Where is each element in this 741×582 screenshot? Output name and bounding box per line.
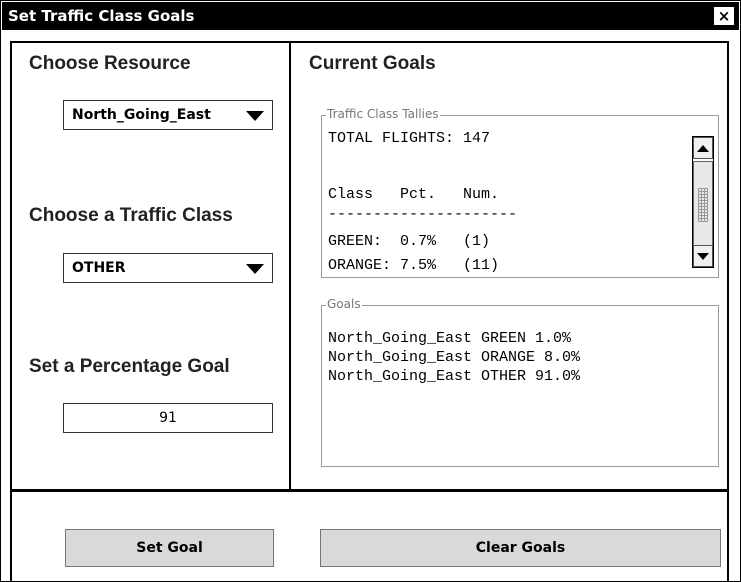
tallies-line: --------------------- bbox=[328, 206, 518, 223]
window-title: Set Traffic Class Goals bbox=[8, 7, 195, 25]
frame-top bbox=[10, 41, 728, 43]
scroll-grip-icon bbox=[698, 188, 708, 222]
set-goal-button[interactable]: Set Goal bbox=[65, 529, 274, 567]
scroll-thumb[interactable] bbox=[693, 161, 713, 249]
tallies-line: ORANGE: 7.5% (11) bbox=[328, 257, 500, 274]
percentage-goal-title: Set a Percentage Goal bbox=[29, 356, 230, 377]
tallies-line: TOTAL FLIGHTS: 147 bbox=[328, 130, 491, 147]
frame-right bbox=[727, 41, 729, 581]
goals-line: North_Going_East OTHER 91.0% bbox=[328, 368, 581, 385]
close-button[interactable]: × bbox=[713, 6, 735, 26]
frame-divider-horizontal bbox=[10, 489, 728, 492]
scroll-down-icon[interactable] bbox=[693, 245, 713, 267]
traffic-class-dropdown-value: OTHER bbox=[72, 260, 126, 276]
goals-groupbox: Goals North_Going_East GREEN 1.0% North_… bbox=[321, 297, 719, 467]
choose-resource-title: Choose Resource bbox=[29, 53, 191, 74]
scroll-up-icon[interactable] bbox=[693, 137, 713, 159]
tallies-scrollbar[interactable] bbox=[692, 136, 714, 268]
current-goals-title: Current Goals bbox=[309, 53, 436, 74]
clear-goals-button[interactable]: Clear Goals bbox=[320, 529, 721, 567]
goals-label: Goals bbox=[326, 297, 362, 311]
dialog-window: Set Traffic Class Goals × bbox=[0, 0, 741, 582]
choose-traffic-class-title: Choose a Traffic Class bbox=[29, 205, 233, 226]
dropdown-arrow-icon bbox=[246, 111, 264, 121]
tallies-label: Traffic Class Tallies bbox=[326, 107, 440, 121]
frame-left bbox=[10, 41, 12, 581]
goals-line: North_Going_East GREEN 1.0% bbox=[328, 330, 572, 347]
tallies-line: Class Pct. Num. bbox=[328, 186, 500, 203]
percentage-goal-input[interactable]: 91 bbox=[63, 403, 273, 433]
tallies-line: GREEN: 0.7% (1) bbox=[328, 233, 491, 250]
traffic-class-dropdown[interactable]: OTHER bbox=[63, 253, 273, 283]
frame-divider-vertical bbox=[289, 41, 291, 491]
resource-dropdown[interactable]: North_Going_East bbox=[63, 100, 273, 130]
title-bar[interactable]: Set Traffic Class Goals × bbox=[2, 2, 739, 30]
resource-dropdown-value: North_Going_East bbox=[72, 107, 211, 123]
tallies-groupbox: Traffic Class Tallies TOTAL FLIGHTS: 147… bbox=[321, 107, 719, 278]
dropdown-arrow-icon bbox=[246, 264, 264, 274]
goals-line: North_Going_East ORANGE 8.0% bbox=[328, 349, 581, 366]
